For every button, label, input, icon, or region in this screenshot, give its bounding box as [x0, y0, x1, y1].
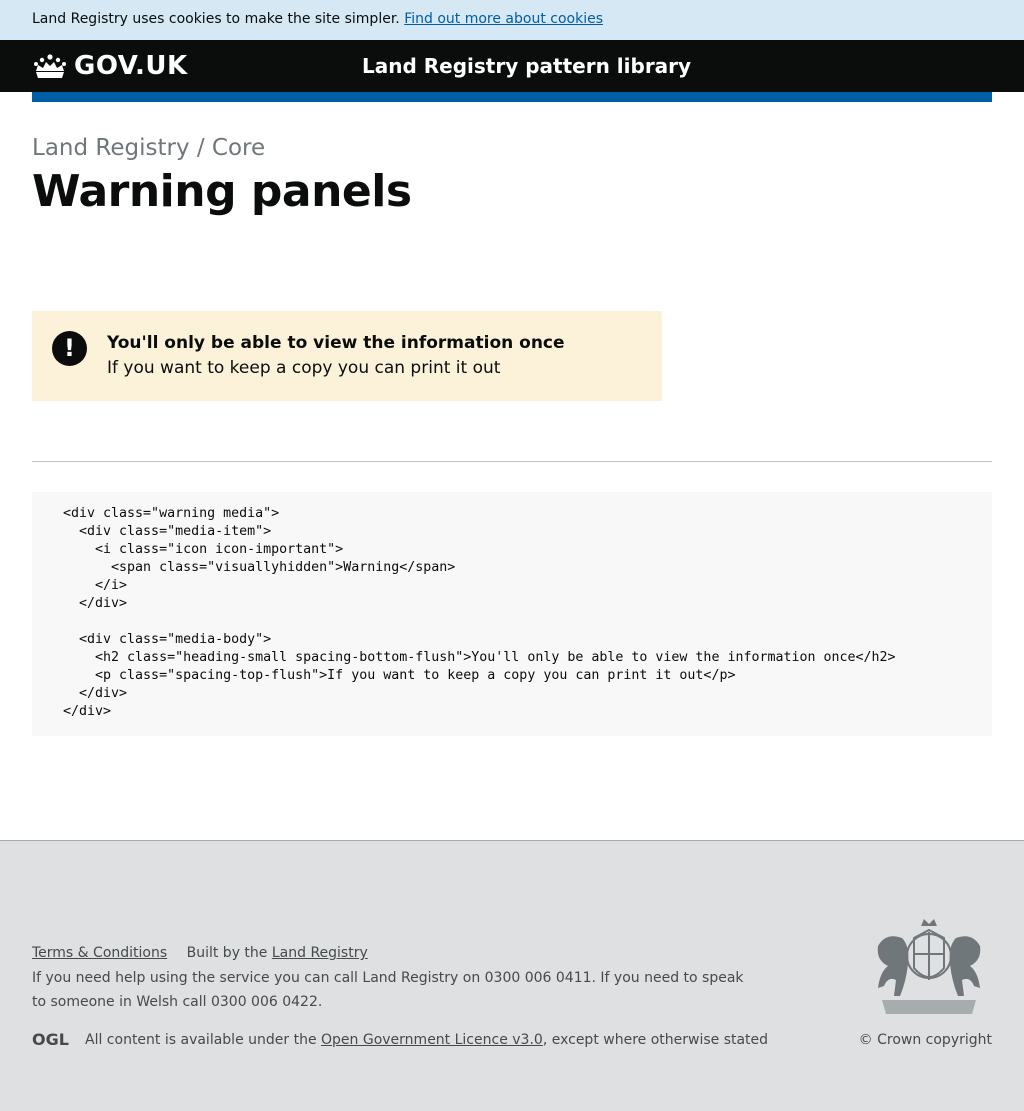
cookie-banner: Land Registry uses cookies to make the s… [0, 0, 1024, 40]
header-stripe [32, 92, 992, 102]
ogl-logo: OGL [32, 1030, 69, 1047]
service-name-link[interactable]: Land Registry pattern library [362, 52, 691, 80]
crown-copyright: © Crown copyright [858, 1032, 992, 1048]
warning-body: If you want to keep a copy you can print… [107, 358, 501, 378]
govuk-logo-link[interactable]: GOV.UK [32, 51, 188, 81]
site-footer: Terms & Conditions Built by the Land Reg… [0, 840, 1024, 1111]
breadcrumb: Land Registry / Core [32, 135, 266, 161]
footer-help-text: If you need help using the service you c… [32, 970, 744, 1010]
code-example: <div class="warning media"> <div class="… [32, 492, 992, 736]
crown-icon [34, 54, 66, 78]
licence-text: All content is available under the Open … [85, 1032, 768, 1048]
site-header: GOV.UK Land Registry pattern library [0, 40, 1024, 92]
royal-coat-of-arms [877, 919, 981, 1014]
cookie-banner-text: Land Registry uses cookies to make the s… [32, 11, 400, 27]
land-registry-link[interactable]: Land Registry [272, 945, 368, 961]
warning-heading: You'll only be able to view the informat… [107, 333, 565, 353]
licence-suffix: , except where otherwise stated [542, 1032, 769, 1048]
footer-links: Terms & Conditions Built by the Land Reg… [32, 945, 368, 961]
code-sample: <div class="warning media"> <div class="… [63, 506, 896, 719]
ogl-licence-link[interactable]: Open Government Licence v3.0 [321, 1032, 543, 1048]
terms-link[interactable]: Terms & Conditions [32, 945, 167, 961]
licence-prefix: All content is available under the [85, 1032, 317, 1048]
page-title: Warning panels [32, 166, 412, 217]
cookie-info-link[interactable]: Find out more about cookies [404, 11, 603, 27]
built-by-text: Built by the [186, 945, 268, 961]
logo-text: GOV.UK [74, 51, 188, 81]
svg-text:OGL: OGL [32, 1030, 69, 1047]
section-divider [32, 461, 992, 462]
warning-panel: ! You'll only be able to view the inform… [32, 311, 662, 401]
exclamation-icon: ! [52, 331, 87, 366]
